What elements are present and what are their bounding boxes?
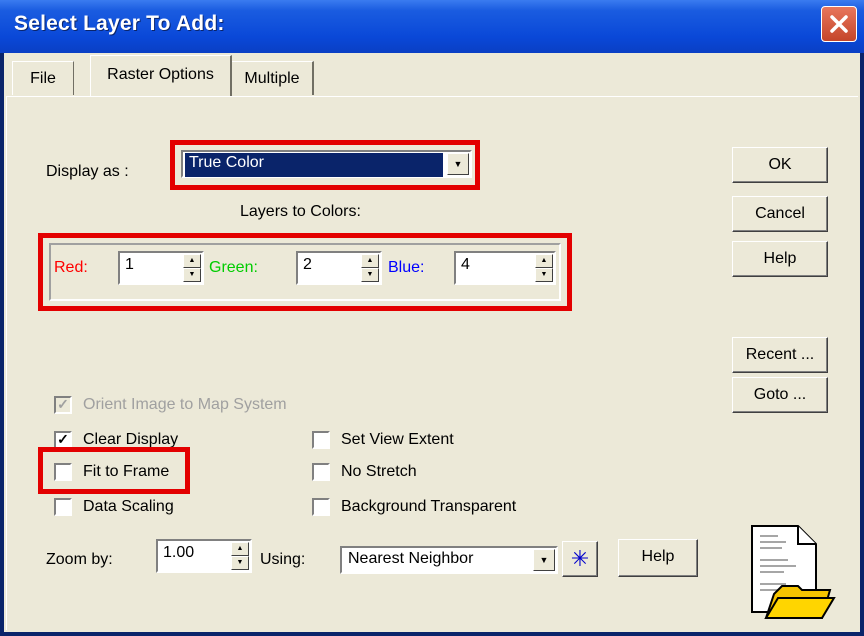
blue-label: Blue: [388, 259, 425, 276]
fit-to-frame-label: Fit to Frame [83, 463, 170, 480]
tab-multiple[interactable]: Multiple [232, 61, 314, 95]
data-scaling-label: Data Scaling [83, 498, 174, 515]
chevron-down-icon[interactable]: ▼ [533, 549, 555, 571]
zoom-down-icon[interactable]: ▼ [231, 556, 249, 570]
tab-raster-options[interactable]: Raster Options [90, 55, 232, 97]
background-transparent-checkbox[interactable] [312, 498, 330, 516]
file-folder-icon [751, 525, 836, 619]
no-stretch-checkbox[interactable] [312, 463, 330, 481]
help-label: Help [763, 250, 797, 267]
red-up-icon[interactable]: ▲ [183, 254, 201, 268]
blue-value: 4 [461, 256, 470, 273]
dialog-client: File Raster Options Multiple Display as … [4, 53, 860, 632]
display-as-label: Display as : [46, 163, 129, 180]
green-label: Green: [209, 259, 258, 276]
green-value: 2 [303, 256, 312, 273]
cancel-label: Cancel [755, 205, 805, 222]
zoom-up-icon[interactable]: ▲ [231, 542, 249, 556]
orient-checkbox: ✓ [54, 396, 72, 414]
red-down-icon[interactable]: ▼ [183, 268, 201, 282]
layers-to-colors-heading: Layers to Colors: [240, 203, 361, 220]
goto-button[interactable]: Goto ... [732, 377, 828, 413]
zoom-stepper[interactable]: 1.00 ▲ ▼ [156, 539, 252, 573]
green-up-icon[interactable]: ▲ [361, 254, 379, 268]
blue-stepper[interactable]: 4 ▲ ▼ [454, 251, 556, 285]
goto-label: Goto ... [753, 386, 807, 403]
title-bar[interactable]: Select Layer To Add: [0, 0, 864, 53]
blue-down-icon[interactable]: ▼ [535, 268, 553, 282]
close-button[interactable] [821, 6, 857, 42]
display-as-select[interactable]: True Color ▼ [181, 150, 472, 178]
resample-method-select[interactable]: Nearest Neighbor ▼ [340, 546, 558, 574]
display-as-value: True Color [184, 152, 444, 178]
fit-to-frame-checkbox[interactable] [54, 463, 72, 481]
ok-label: OK [768, 156, 792, 173]
tab-file[interactable]: File [12, 61, 74, 95]
cancel-button[interactable]: Cancel [732, 196, 828, 232]
window-title: Select Layer To Add: [14, 12, 225, 35]
green-stepper[interactable]: 2 ▲ ▼ [296, 251, 382, 285]
blue-up-icon[interactable]: ▲ [535, 254, 553, 268]
close-icon [830, 15, 848, 33]
chevron-down-icon[interactable]: ▼ [447, 153, 469, 175]
zoom-label: Zoom by: [46, 551, 113, 568]
recent-label: Recent ... [745, 346, 815, 363]
green-down-icon[interactable]: ▼ [361, 268, 379, 282]
red-label: Red: [54, 259, 88, 276]
recent-button[interactable]: Recent ... [732, 337, 828, 373]
zoom-help-label: Help [641, 548, 675, 565]
red-value: 1 [125, 256, 134, 273]
orient-label: Orient Image to Map System [83, 396, 287, 413]
asterisk-icon[interactable]: ✳ [562, 541, 598, 577]
set-view-extent-checkbox[interactable] [312, 431, 330, 449]
background-transparent-label: Background Transparent [341, 498, 517, 515]
data-scaling-checkbox[interactable] [54, 498, 72, 516]
no-stretch-label: No Stretch [341, 463, 417, 480]
red-stepper[interactable]: 1 ▲ ▼ [118, 251, 204, 285]
resample-method-value: Nearest Neighbor [348, 550, 474, 567]
ok-button[interactable]: OK [732, 147, 828, 183]
using-label: Using: [260, 551, 306, 568]
dialog-window: Select Layer To Add: File Raster Options… [0, 0, 864, 636]
set-view-extent-label: Set View Extent [341, 431, 454, 448]
tab-row: File Raster Options Multiple [4, 53, 860, 97]
help-button[interactable]: Help [732, 241, 828, 277]
zoom-value: 1.00 [163, 544, 195, 561]
zoom-help-button[interactable]: Help [618, 539, 698, 577]
